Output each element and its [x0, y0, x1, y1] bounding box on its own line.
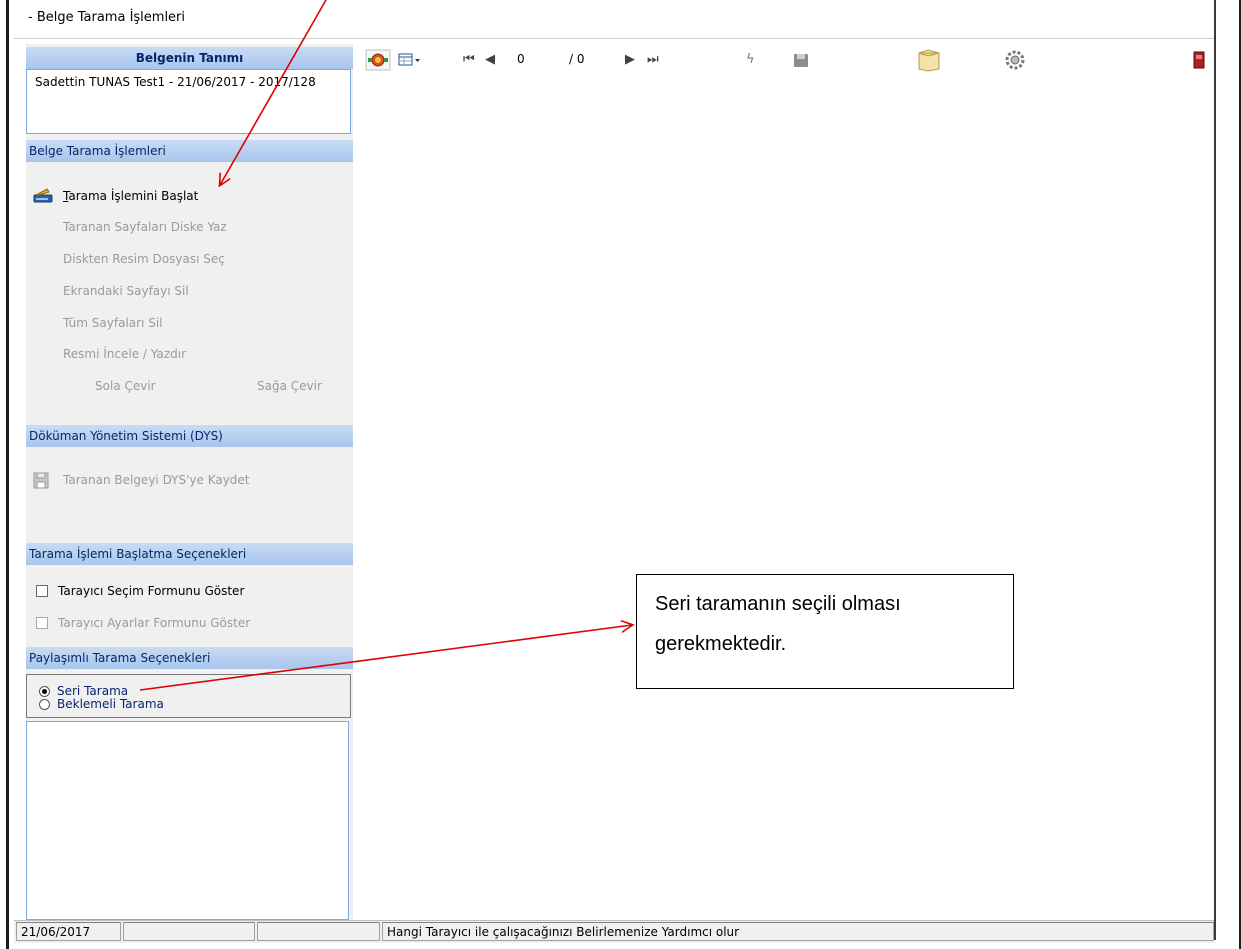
- rotate-right-link[interactable]: Sağa Çevir: [257, 379, 322, 393]
- first-page-icon[interactable]: ⏮: [463, 52, 475, 67]
- lightning-icon[interactable]: ϟ: [746, 52, 755, 67]
- exit-door-icon[interactable]: [1193, 51, 1205, 69]
- status-cell-2: [123, 922, 255, 941]
- prev-page-icon[interactable]: ◀: [485, 52, 495, 67]
- write-pages-to-disk-link[interactable]: Taranan Sayfaları Diske Yaz: [63, 220, 227, 234]
- last-page-icon[interactable]: ⏭: [647, 52, 659, 67]
- scan-start-options-header: Tarama İşlemi Başlatma Seçenekleri: [26, 543, 353, 565]
- window-title: - Belge Tarama İşlemleri: [28, 10, 186, 25]
- view-mode-icon[interactable]: [398, 53, 422, 67]
- save-disk-icon: [33, 472, 49, 489]
- callout-line-2: gerekmektedir.: [655, 633, 787, 655]
- total-pages-label: / 0: [569, 52, 585, 66]
- sidebar: Belgenin Tanımı Sadettin TUNAS Test1 - 2…: [26, 44, 353, 920]
- doc-definition-header: Belgenin Tanımı: [26, 47, 353, 69]
- scan-operations-header: Belge Tarama İşlemleri: [26, 140, 353, 162]
- review-print-link[interactable]: Resmi İncele / Yazdır: [63, 347, 186, 361]
- shared-scan-options-header: Paylaşımlı Tarama Seçenekleri: [26, 647, 353, 669]
- status-bar: 21/06/2017 Hangi Tarayıcı ile çalışacağı…: [14, 920, 1214, 943]
- settings-gear-icon[interactable]: [1003, 49, 1027, 71]
- status-cell-3: [257, 922, 380, 941]
- show-scanner-select-checkbox[interactable]: [36, 585, 48, 597]
- show-scanner-settings-label: Tarayıcı Ayarlar Formunu Göster: [58, 616, 251, 630]
- delete-current-page-link[interactable]: Ekrandaki Sayfayı Sil: [63, 284, 189, 298]
- select-image-file-link[interactable]: Diskten Resim Dosyası Seç: [63, 252, 225, 266]
- wait-scan-label: Beklemeli Tarama: [57, 697, 164, 711]
- title-bar: - Belge Tarama İşlemleri: [14, 0, 1214, 39]
- scanner-source-icon[interactable]: [365, 49, 391, 71]
- doc-definition-box[interactable]: Sadettin TUNAS Test1 - 21/06/2017 - 2017…: [26, 69, 351, 134]
- show-scanner-settings-checkbox[interactable]: [36, 617, 48, 629]
- annotation-callout: Seri taramanın seçili olması gerekmekted…: [636, 574, 1014, 689]
- serial-scan-label: Seri Tarama: [57, 684, 129, 698]
- status-hint: Hangi Tarayıcı ile çalışacağınızı Belirl…: [382, 922, 1214, 941]
- save-to-dys-link[interactable]: Taranan Belgeyi DYS'ye Kaydet: [63, 473, 250, 487]
- scanner-icon: [33, 188, 53, 203]
- window-left-edge: [6, 0, 9, 949]
- start-scan-label: arama İşlemini Başlat: [68, 189, 199, 203]
- rotate-left-link[interactable]: Sola Çevir: [95, 379, 156, 393]
- viewer-toolbar: ⏮ ◀ 0 / 0 ▶ ⏭ ϟ: [355, 44, 1213, 76]
- scan-log-memo[interactable]: [26, 721, 349, 920]
- status-date: 21/06/2017: [16, 922, 121, 941]
- save-icon[interactable]: [793, 53, 809, 68]
- delete-all-pages-link[interactable]: Tüm Sayfaları Sil: [63, 316, 163, 330]
- scan-mode-radio-group: Seri Tarama Beklemeli Tarama: [26, 674, 351, 718]
- wait-scan-radio[interactable]: [39, 699, 50, 710]
- show-scanner-select-label: Tarayıcı Seçim Formunu Göster: [58, 584, 245, 598]
- callout-line-1: Seri taramanın seçili olması: [655, 593, 901, 615]
- dys-header: Döküman Yönetim Sistemi (DYS): [26, 425, 353, 447]
- serial-scan-radio[interactable]: [39, 686, 50, 697]
- start-scan-link[interactable]: Tarama İşlemini Başlat: [63, 189, 198, 203]
- next-page-icon[interactable]: ▶: [625, 52, 635, 67]
- folder-icon[interactable]: [916, 48, 942, 72]
- current-page-field[interactable]: 0: [517, 52, 525, 66]
- window-right-edge: [1214, 0, 1216, 940]
